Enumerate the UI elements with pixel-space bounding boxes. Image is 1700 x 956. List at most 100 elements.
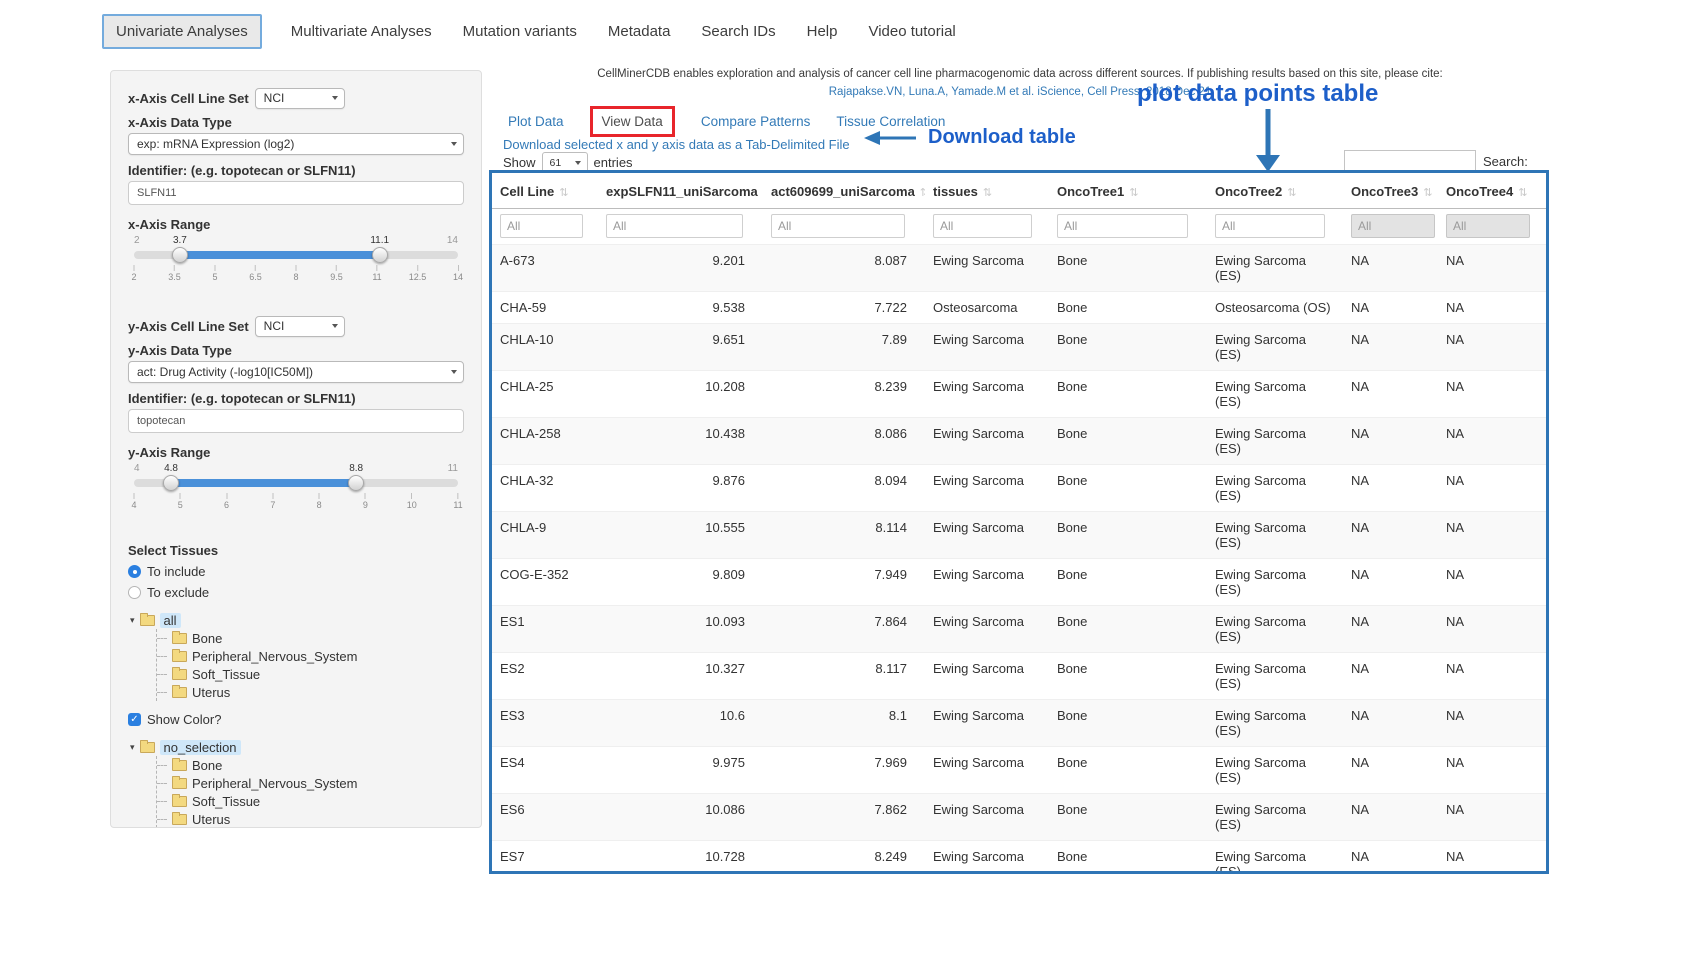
table-row[interactable]: ES610.0867.862Ewing SarcomaBoneEwing Sar… <box>492 794 1546 841</box>
column-filter-input[interactable] <box>500 214 583 238</box>
sort-icon[interactable]: ⇅ <box>1129 187 1138 199</box>
tab-plot-data[interactable]: Plot Data <box>508 114 564 129</box>
table-row[interactable]: CHLA-910.5558.114Ewing SarcomaBoneEwing … <box>492 512 1546 559</box>
column-filter-input[interactable] <box>771 214 905 238</box>
table-row[interactable]: ES49.9757.969Ewing SarcomaBoneEwing Sarc… <box>492 747 1546 794</box>
download-link[interactable]: Download selected x and y axis data as a… <box>503 137 850 152</box>
table-row[interactable]: ES710.7288.249Ewing SarcomaBoneEwing Sar… <box>492 841 1546 875</box>
tab-compare-patterns[interactable]: Compare Patterns <box>701 114 811 129</box>
exclude-radio[interactable]: To exclude <box>128 582 464 603</box>
caret-down-icon[interactable]: ▾ <box>130 615 135 626</box>
table-cell: 9.809 <box>598 559 763 606</box>
tree-item[interactable]: Bone <box>157 756 464 774</box>
slider-tick: 11 <box>453 493 462 510</box>
nav-item-multivariate-analyses[interactable]: Multivariate Analyses <box>289 16 434 47</box>
nav-item-help[interactable]: Help <box>805 16 840 47</box>
x-identifier-input[interactable] <box>128 181 464 205</box>
sort-icon[interactable]: ⇅ <box>559 187 568 199</box>
tree-item[interactable]: Bone <box>157 629 464 647</box>
table-cell: NA <box>1438 747 1546 794</box>
x-data-type-select[interactable]: exp: mRNA Expression (log2) <box>128 133 464 155</box>
slider-tick: 7 <box>270 493 275 510</box>
sort-icon[interactable]: ⇅ <box>1423 187 1432 199</box>
x-axis-range-slider[interactable]: 2 14 3.7 11.1 23.556.589.51112.514 <box>134 235 458 291</box>
table-cell: 10.438 <box>598 418 763 465</box>
table-cell: 10.6 <box>598 700 763 747</box>
table-cell: NA <box>1438 559 1546 606</box>
table-row[interactable]: COG-E-3529.8097.949Ewing SarcomaBoneEwin… <box>492 559 1546 606</box>
table-cell: NA <box>1343 292 1438 324</box>
tree-root[interactable]: ▾ no_selection <box>130 738 464 756</box>
table-row[interactable]: CHLA-109.6517.89Ewing SarcomaBoneEwing S… <box>492 324 1546 371</box>
sort-icon[interactable]: ⇅ <box>1287 187 1296 199</box>
tree-item[interactable]: Soft_Tissue <box>157 792 464 810</box>
nav-item-search-ids[interactable]: Search IDs <box>699 16 777 47</box>
include-radio[interactable]: To include <box>128 561 464 582</box>
nav-item-univariate-analyses[interactable]: Univariate Analyses <box>102 14 262 49</box>
slider-handle-right[interactable] <box>372 247 388 263</box>
slider-tick: 8 <box>293 265 298 282</box>
table-row[interactable]: ES310.68.1Ewing SarcomaBoneEwing Sarcoma… <box>492 700 1546 747</box>
y-identifier-input[interactable] <box>128 409 464 433</box>
tree-item[interactable]: Peripheral_Nervous_System <box>157 647 464 665</box>
sort-icon[interactable]: ⇅ <box>920 187 925 199</box>
sort-icon[interactable]: ⇅ <box>983 187 992 199</box>
y-axis-range-slider[interactable]: 4 11 4.8 8.8 4567891011 <box>134 463 458 519</box>
slider-tick: 8 <box>317 493 322 510</box>
column-header-oncotree3[interactable]: OncoTree3⇅ <box>1343 173 1438 209</box>
tree-item[interactable]: Peripheral_Nervous_System <box>157 774 464 792</box>
column-header-oncotree2[interactable]: OncoTree2⇅ <box>1207 173 1343 209</box>
nav-item-video-tutorial[interactable]: Video tutorial <box>866 16 957 47</box>
table-row[interactable]: CHLA-25810.4388.086Ewing SarcomaBoneEwin… <box>492 418 1546 465</box>
table-row[interactable]: ES110.0937.864Ewing SarcomaBoneEwing Sar… <box>492 606 1546 653</box>
slider-bar[interactable] <box>171 479 356 487</box>
slider-handle-left[interactable] <box>172 247 188 263</box>
table-cell: Bone <box>1049 292 1207 324</box>
down-arrow-icon <box>1254 109 1282 178</box>
y-data-type-select[interactable]: act: Drug Activity (-log10[IC50M]) <box>128 361 464 383</box>
citation-line2[interactable]: Rajapakse.VN, Luna.A, Yamade.M et al. iS… <box>495 84 1545 102</box>
filter-cell <box>763 209 925 245</box>
slider-handle-left[interactable] <box>163 475 179 491</box>
column-filter-input[interactable] <box>933 214 1032 238</box>
table-row[interactable]: CHLA-329.8768.094Ewing SarcomaBoneEwing … <box>492 465 1546 512</box>
column-filter-input[interactable] <box>1057 214 1188 238</box>
column-filter-input[interactable] <box>1215 214 1325 238</box>
slider-track[interactable] <box>134 479 458 487</box>
column-header-oncotree4[interactable]: OncoTree4⇅ <box>1438 173 1546 209</box>
column-filter-input[interactable] <box>606 214 743 238</box>
tree-item[interactable]: Soft_Tissue <box>157 665 464 683</box>
table-row[interactable]: ES210.3278.117Ewing SarcomaBoneEwing Sar… <box>492 653 1546 700</box>
column-header-cell-line[interactable]: Cell Line⇅ <box>492 173 598 209</box>
slider-handle-right[interactable] <box>348 475 364 491</box>
tree-item-label: Bone <box>192 758 222 773</box>
column-header-tissues[interactable]: tissues⇅ <box>925 173 1049 209</box>
tree-item[interactable]: Uterus <box>157 810 464 828</box>
tree-item[interactable]: Uterus <box>157 683 464 701</box>
nav-item-metadata[interactable]: Metadata <box>606 16 673 47</box>
x-cell-line-set-select[interactable]: NCI <box>255 88 345 109</box>
tree-root[interactable]: ▾ all <box>130 611 464 629</box>
select-tissues-label: Select Tissues <box>128 543 464 558</box>
folder-icon <box>172 760 187 771</box>
caret-down-icon[interactable]: ▾ <box>130 742 135 753</box>
include-radio-label: To include <box>147 564 206 579</box>
table-row[interactable]: CHLA-2510.2088.239Ewing SarcomaBoneEwing… <box>492 371 1546 418</box>
sort-icon[interactable]: ⇅ <box>1518 187 1527 199</box>
column-header-expslfn11-unisarcoma[interactable]: expSLFN11_uniSarcoma⇅ <box>598 173 763 209</box>
table-cell: Ewing Sarcoma (ES) <box>1207 747 1343 794</box>
column-filter-input[interactable] <box>1351 214 1435 238</box>
table-cell: 10.208 <box>598 371 763 418</box>
column-header-act609699-unisarcoma[interactable]: act609699_uniSarcoma⇅ <box>763 173 925 209</box>
table-cell: Ewing Sarcoma <box>925 700 1049 747</box>
table-row[interactable]: CHA-599.5387.722OsteosarcomaBoneOsteosar… <box>492 292 1546 324</box>
column-header-oncotree1[interactable]: OncoTree1⇅ <box>1049 173 1207 209</box>
tab-view-data[interactable]: View Data <box>590 106 675 137</box>
table-cell: 9.201 <box>598 245 763 292</box>
y-cell-line-set-select[interactable]: NCI <box>255 316 345 337</box>
show-color-checkbox[interactable]: ✓ Show Color? <box>128 709 464 730</box>
nav-item-mutation-variants[interactable]: Mutation variants <box>461 16 579 47</box>
table-row[interactable]: A-6739.2018.087Ewing SarcomaBoneEwing Sa… <box>492 245 1546 292</box>
slider-bar[interactable] <box>180 251 380 259</box>
column-filter-input[interactable] <box>1446 214 1530 238</box>
